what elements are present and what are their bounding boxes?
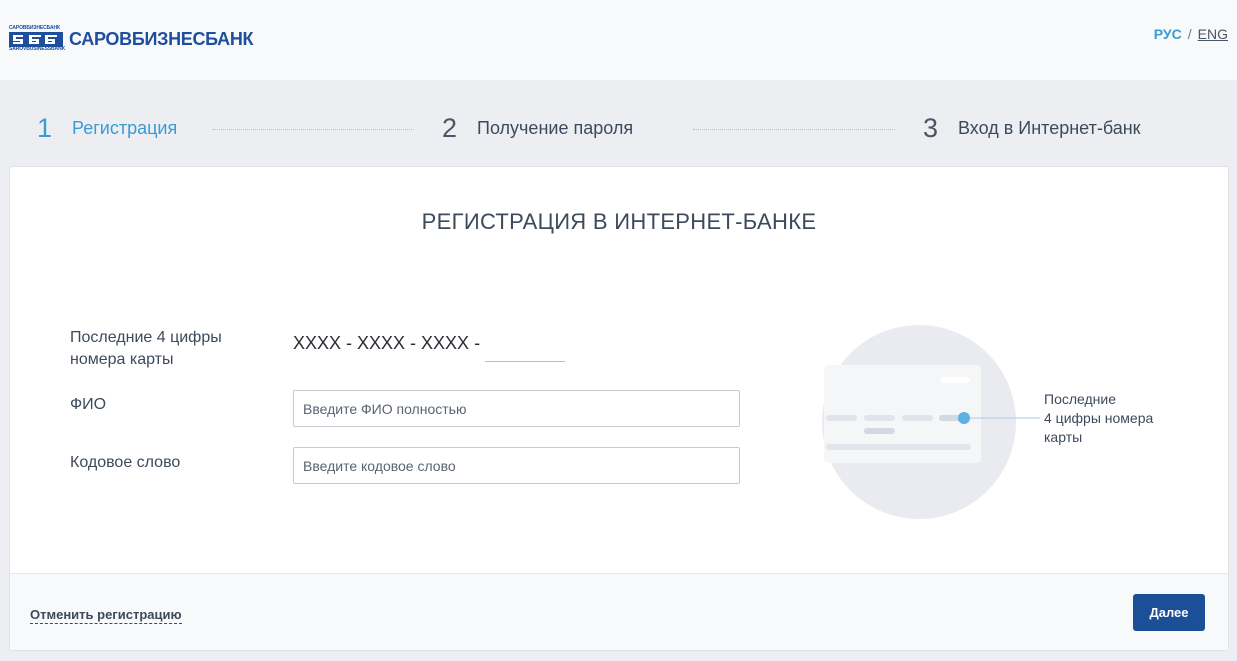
step-login: 3 Вход в Интернет-банк [923, 113, 1141, 144]
bank-name: САРОВБИЗНЕСБАНК [69, 28, 254, 49]
logo-small-en: SAROVBUSINESSBANK [9, 46, 66, 52]
card-last4-input[interactable] [485, 327, 565, 362]
step-number: 1 [37, 113, 53, 143]
illustration-caption: Последние 4 цифры номера карты [1044, 390, 1184, 447]
language-switcher: РУС / ENG [1154, 26, 1228, 42]
logo-mark: САРОВБИЗНЕСБАНК SAROVBUSINESSBANK [9, 26, 65, 52]
cancel-registration-link[interactable]: Отменить регистрацию [30, 607, 182, 624]
code-word-label: Кодовое слово [70, 454, 181, 471]
registration-card: РЕГИСТРАЦИЯ В ИНТЕРНЕТ-БАНКЕ Последние 4… [9, 166, 1229, 651]
lang-ru-link[interactable]: РУС [1154, 26, 1182, 42]
next-button[interactable]: Далее [1133, 594, 1205, 631]
step-get-password: 2 Получение пароля [442, 113, 633, 144]
step-registration: 1 Регистрация [37, 113, 177, 144]
card-number-label: Последние 4 цифры номера карты [70, 327, 222, 371]
lang-separator: / [1187, 26, 1192, 42]
card-number-mask: XXXX - XXXX - XXXX - [293, 333, 481, 353]
step-divider [693, 129, 895, 130]
bank-logo[interactable]: САРОВБИЗНЕСБАНК SAROVBUSINESSBANK САРОВБ… [9, 26, 254, 52]
step-label: Получение пароля [477, 118, 634, 138]
step-number: 3 [923, 113, 939, 143]
lang-en-link[interactable]: ENG [1198, 26, 1228, 42]
card-number-label-line2: номера карты [70, 351, 174, 368]
illustration-caption-line3: карты [1044, 429, 1083, 445]
fio-label: ФИО [70, 396, 107, 413]
page-title: РЕГИСТРАЦИЯ В ИНТЕРНЕТ-БАНКЕ [421, 209, 817, 234]
illustration-caption-line2: 4 цифры номера [1044, 410, 1154, 426]
step-divider [212, 129, 414, 130]
illustration-caption-line1: Последние [1044, 391, 1117, 407]
step-number: 2 [442, 113, 458, 143]
header: САРОВБИЗНЕСБАНК SAROVBUSINESSBANK САРОВБ… [0, 0, 1237, 80]
code-word-input[interactable] [293, 447, 740, 484]
card-number-label-line1: Последние 4 цифры [70, 329, 222, 346]
step-label: Вход в Интернет-банк [958, 118, 1141, 138]
logo-emblem-icon [9, 32, 63, 47]
card-footer: Отменить регистрацию Далее [10, 573, 1228, 650]
fio-input[interactable] [293, 390, 740, 427]
step-label: Регистрация [72, 118, 178, 138]
logo-small-ru: САРОВБИЗНЕСБАНК [9, 25, 60, 31]
registration-steps: 1 Регистрация 2 Получение пароля 3 Вход … [0, 110, 1237, 150]
